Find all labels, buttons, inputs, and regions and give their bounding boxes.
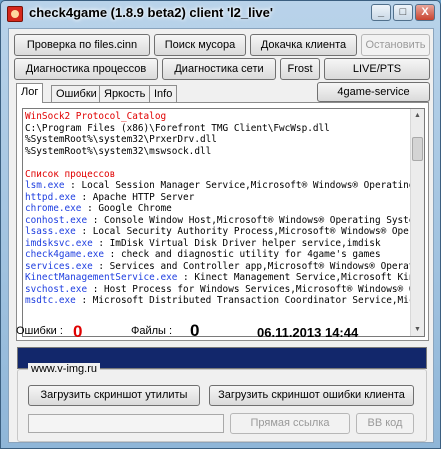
errors-count: 0 [73, 322, 83, 341]
window-title: check4game (1.8.9 beta2) client 'l2_live… [29, 5, 273, 20]
scroll-thumb[interactable] [412, 137, 423, 161]
log-process-desc: : Services and Controller app,Microsoft®… [98, 260, 411, 272]
bb-code-button[interactable]: BB код [356, 413, 414, 434]
download-client-button[interactable]: Докачка клиента [250, 34, 357, 56]
live-pts-button[interactable]: LIVE/PTS [324, 58, 430, 80]
log-line: Список процессов [25, 168, 116, 180]
log-process-name: lsm.exe [25, 180, 65, 191]
date-time: 06.11.2013 14:44 [257, 325, 359, 340]
check-files-button[interactable]: Проверка по files.cinn [14, 34, 150, 56]
scroll-up-icon[interactable]: ▲ [411, 109, 424, 122]
close-button[interactable]: X [415, 4, 435, 21]
log-process-desc: : Local Security Authority Process,Micro… [75, 226, 411, 237]
errors-label: Ошибки : [16, 325, 63, 337]
log-line: chrome.exe : Google Chrome [25, 203, 411, 215]
frost-button[interactable]: Frost [280, 58, 320, 80]
files-label: Файлы : [131, 325, 173, 337]
log-line: C:\Program Files (x86)\Forefront TMG Cli… [25, 122, 330, 134]
log-line: httpd.exe : Apache HTTP Server [25, 192, 411, 204]
upload-group-title: www.v-img.ru [28, 363, 101, 375]
tab-errors[interactable]: Ошибки [51, 85, 102, 103]
log-process-desc: : Local Session Manager Service,Microsof… [64, 180, 411, 191]
log-process-name: services.exe [25, 260, 93, 272]
process-diagnostics-button[interactable]: Диагностика процессов [14, 58, 158, 80]
log-line: check4game.exe : check and diagnostic ut… [25, 249, 411, 261]
direct-link-button[interactable]: Прямая ссылка [230, 413, 350, 434]
app-icon [7, 6, 23, 22]
log-line: services.exe : Services and Controller a… [25, 261, 411, 273]
log-tab-panel: WinSock2 Protocol_Catalog C:\Program File… [16, 102, 429, 341]
log-process-desc: : Console Window Host,Microsoft® Windows… [87, 214, 411, 226]
log-process-name: check4game.exe [25, 249, 105, 260]
log-process-name: imdsksvc.exe [25, 237, 93, 249]
link-field[interactable] [28, 414, 224, 433]
log-process-name: msdtc.exe [25, 295, 76, 306]
4game-service-button[interactable]: 4game-service [317, 82, 430, 102]
log-process-desc: : Apache HTTP Server [75, 191, 195, 203]
log-process-desc: : Host Process for Windows Services,Micr… [92, 283, 411, 295]
log-process-desc: : ImDisk Virtual Disk Driver helper serv… [92, 237, 381, 249]
log-process-desc: : check and diagnostic utility for 4game… [104, 249, 381, 260]
log-line: KinectManagementService.exe : Kinect Man… [25, 272, 411, 284]
log-process-name: lsass.exe [25, 226, 76, 237]
app-window: check4game (1.8.9 beta2) client 'l2_live… [0, 0, 441, 449]
log-line: %SystemRoot%\system32\PrxerDrv.dll [25, 134, 217, 145]
log-line: %SystemRoot%\system32\mswsock.dll [25, 145, 212, 157]
log-process-desc: : Google Chrome [81, 203, 172, 214]
upload-error-screenshot-button[interactable]: Загрузить скриншот ошибки клиента [209, 385, 414, 406]
upload-group: www.v-img.ru Загрузить скриншот утилиты … [17, 363, 427, 442]
title-bar[interactable]: check4game (1.8.9 beta2) client 'l2_live… [1, 1, 440, 27]
log-line: lsm.exe : Local Session Manager Service,… [25, 180, 411, 192]
log-process-desc: : Kinect Management Service,Microsoft Ki… [183, 272, 411, 283]
vertical-scrollbar[interactable]: ▲ ▼ [410, 109, 424, 336]
log-process-name: httpd.exe [25, 191, 76, 203]
minimize-button[interactable]: _ [371, 4, 391, 21]
scroll-down-icon[interactable]: ▼ [411, 323, 424, 336]
log-line: msdtc.exe : Microsoft Distributed Transa… [25, 295, 411, 307]
files-count: 0 [190, 321, 200, 340]
log-line: svchost.exe : Host Process for Windows S… [25, 284, 411, 296]
client-area: Проверка по files.cinn Поиск мусора Дока… [8, 28, 434, 443]
log-process-desc: : Microsoft Distributed Transaction Coor… [75, 295, 411, 306]
log-textbox[interactable]: WinSock2 Protocol_Catalog C:\Program File… [22, 108, 425, 337]
stop-button[interactable]: Остановить [361, 34, 430, 56]
log-lines: WinSock2 Protocol_Catalog C:\Program File… [25, 111, 411, 307]
log-process-name: KinectManagementService.exe [25, 272, 178, 283]
log-process-name: svchost.exe [25, 283, 88, 295]
tab-info[interactable]: Info [149, 85, 178, 103]
log-line: imdsksvc.exe : ImDisk Virtual Disk Drive… [25, 238, 411, 250]
maximize-button[interactable]: □ [393, 4, 413, 21]
tab-brightness[interactable]: Яркость [99, 85, 151, 103]
network-diagnostics-button[interactable]: Диагностика сети [162, 58, 276, 80]
upload-utility-screenshot-button[interactable]: Загрузить скриншот утилиты [28, 385, 200, 406]
tab-log[interactable]: Лог [16, 83, 44, 103]
log-line: conhost.exe : Console Window Host,Micros… [25, 215, 411, 227]
log-process-name: conhost.exe [25, 214, 88, 226]
log-process-name: chrome.exe [25, 203, 82, 214]
log-line: lsass.exe : Local Security Authority Pro… [25, 226, 411, 238]
log-line: WinSock2 Protocol_Catalog [25, 111, 167, 122]
find-garbage-button[interactable]: Поиск мусора [154, 34, 246, 56]
